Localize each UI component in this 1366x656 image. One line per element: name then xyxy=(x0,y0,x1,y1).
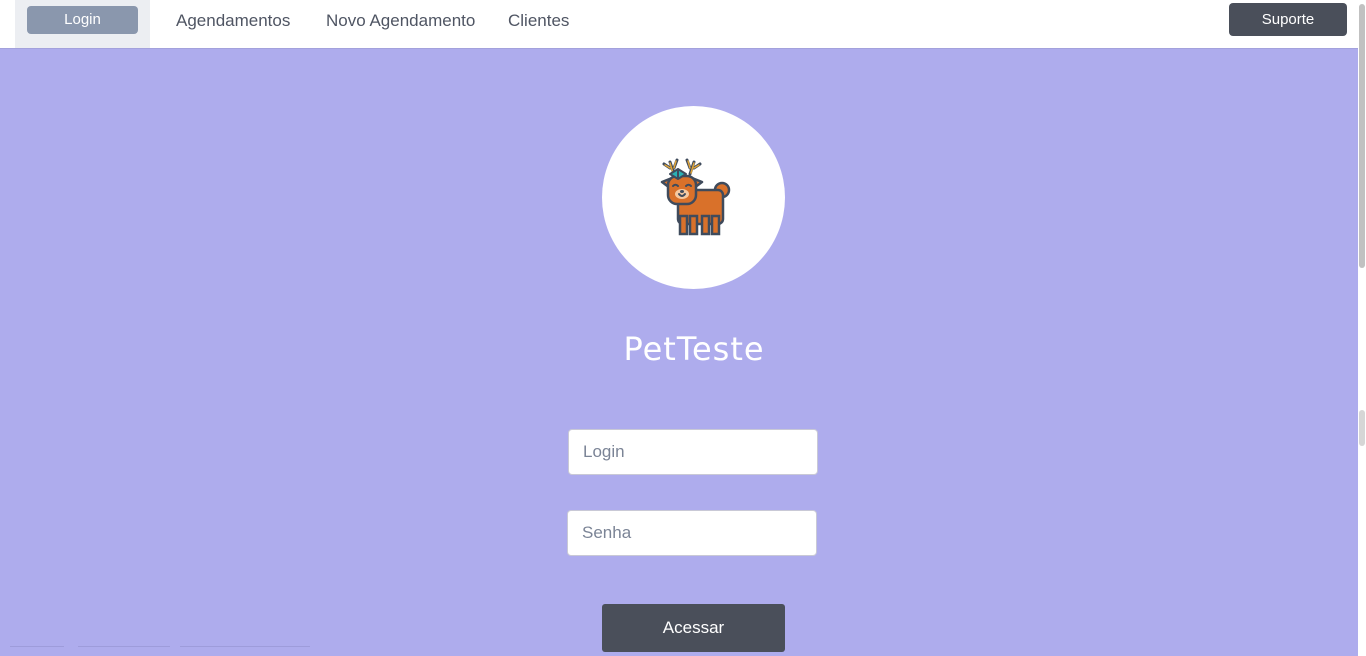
deer-icon xyxy=(660,158,731,236)
support-button[interactable]: Suporte xyxy=(1229,3,1347,36)
nav-link-novo-agendamento[interactable]: Novo Agendamento xyxy=(326,0,475,42)
login-input[interactable] xyxy=(568,429,818,475)
top-navbar: Login Agendamentos Novo Agendamento Clie… xyxy=(0,0,1358,49)
divider xyxy=(180,646,310,647)
login-nav-button[interactable]: Login xyxy=(27,6,138,34)
scrollbar-marker xyxy=(1359,410,1365,446)
scrollbar-thumb[interactable] xyxy=(1359,4,1365,268)
password-input[interactable] xyxy=(567,510,817,556)
brand-title: PetTeste xyxy=(623,330,765,368)
divider xyxy=(78,646,170,647)
logo xyxy=(602,106,785,289)
access-button[interactable]: Acessar xyxy=(602,604,785,652)
nav-link-agendamentos[interactable]: Agendamentos xyxy=(176,0,290,42)
divider xyxy=(10,646,64,647)
nav-link-clientes[interactable]: Clientes xyxy=(508,0,569,42)
